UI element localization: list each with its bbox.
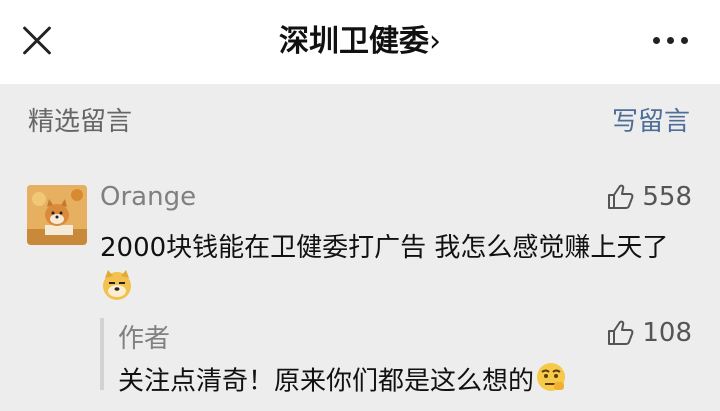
- doge-emoji-icon: [100, 268, 134, 314]
- reply-author-name: 作者: [118, 324, 171, 354]
- commenter-name: Orange: [100, 182, 197, 212]
- comment-like-button[interactable]: 558: [606, 182, 692, 212]
- chevron-right-icon: ›: [429, 24, 441, 59]
- featured-comments-header: 精选留言 写留言: [28, 101, 690, 137]
- comment-like-count: 558: [642, 182, 692, 212]
- reply-divider: [100, 318, 104, 390]
- reply-like-button[interactable]: 108: [606, 318, 692, 348]
- comment-text: 2000块钱能在卫健委打广告 我怎么感觉赚上天了: [100, 228, 690, 314]
- thumbs-up-icon: [608, 320, 634, 345]
- top-bar: 深圳卫健委›: [0, 0, 720, 84]
- thumbs-up-icon: [608, 184, 634, 209]
- avatar[interactable]: [27, 185, 87, 245]
- thinking-emoji-icon: [534, 360, 568, 404]
- reply-like-count: 108: [642, 318, 692, 348]
- section-title: 精选留言: [28, 107, 133, 137]
- account-title[interactable]: 深圳卫健委›: [0, 22, 720, 62]
- write-comment-button[interactable]: 写留言: [612, 101, 690, 138]
- reply-text: 关注点清奇！原来你们都是这么想的: [118, 360, 568, 404]
- more-icon[interactable]: [653, 37, 688, 44]
